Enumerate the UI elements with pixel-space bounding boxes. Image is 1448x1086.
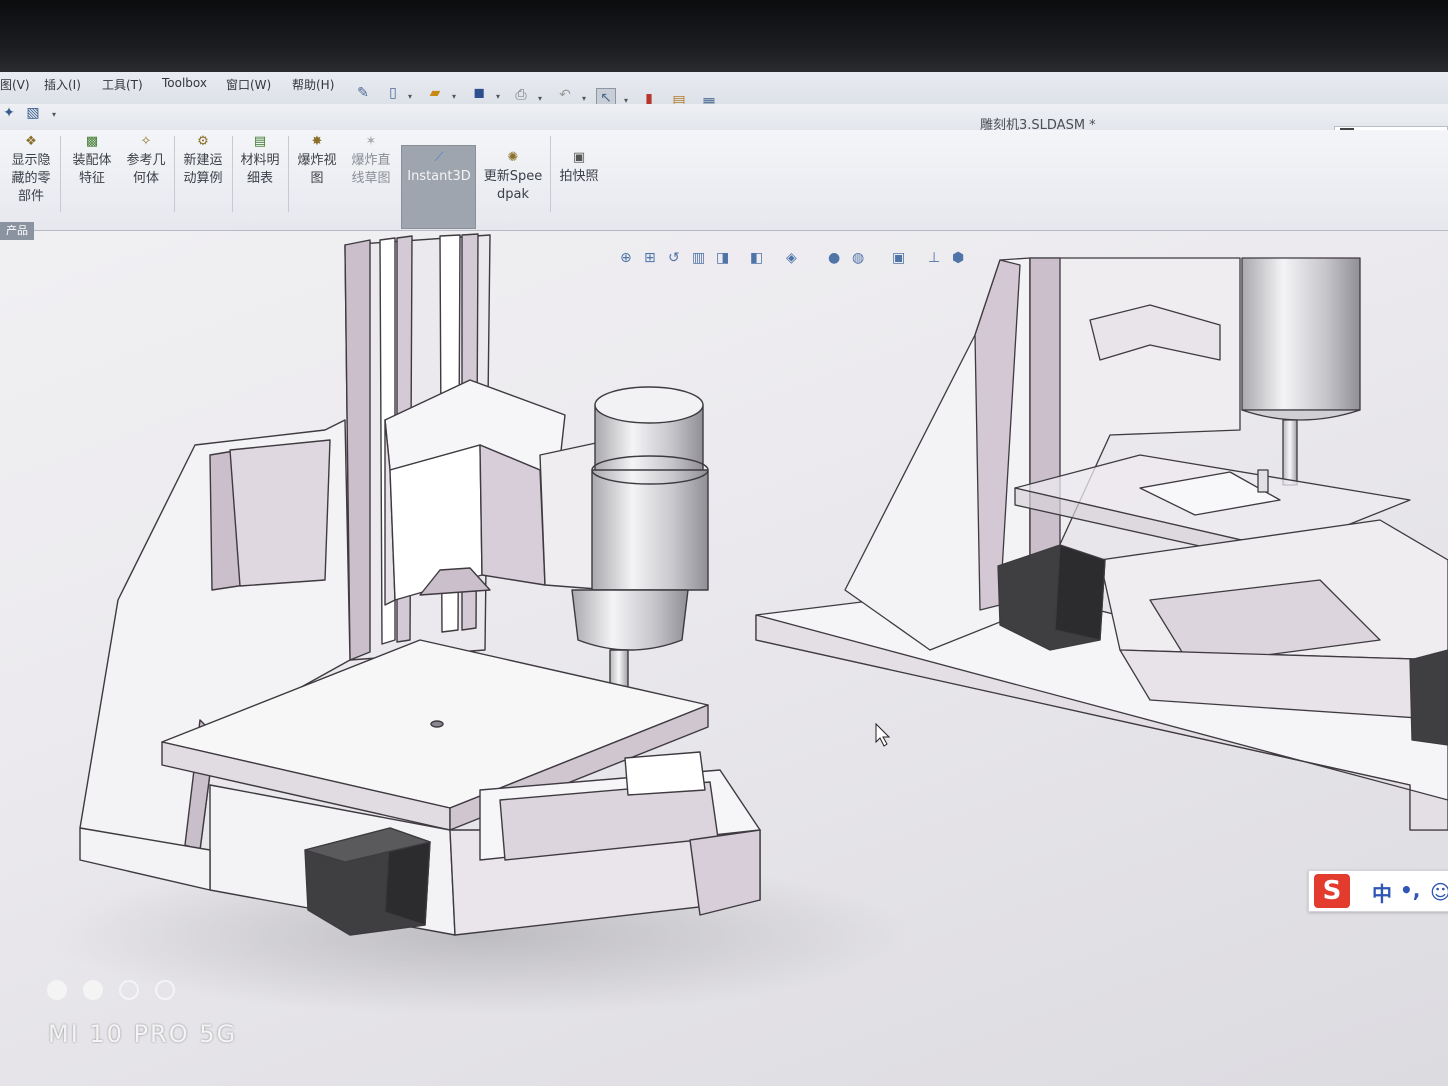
exploded-view-icon: ✸ [311, 134, 323, 149]
menu-bar [0, 72, 1448, 105]
ime-chinese-mode[interactable]: 中 [1372, 878, 1392, 907]
scene-icon[interactable]: ◍ [852, 250, 864, 266]
assembly-features-button[interactable]: ▩ 装配体特征 [66, 134, 118, 188]
toolbar-caret-icon[interactable]: ▾ [52, 110, 56, 119]
bill-of-materials-label: 材料明细表 [240, 153, 280, 186]
previous-view-icon[interactable]: ↺ [668, 250, 680, 266]
cnc-model-left[interactable] [79, 233, 761, 936]
menu-view[interactable]: 图(V) [0, 76, 30, 93]
new-caret-icon[interactable]: ▾ [408, 92, 412, 101]
appearance-icon[interactable]: ● [828, 250, 840, 266]
instant3d-button[interactable]: ⟋ Instant3D [402, 150, 476, 186]
sketch-tools-icon[interactable]: ▧ [24, 104, 42, 122]
watermark-dot-empty [155, 980, 175, 1000]
reference-geometry-label: 参考几何体 [126, 153, 166, 186]
explode-line-sketch-button[interactable]: ✶ 爆炸直线草图 [346, 134, 396, 188]
view-settings-icon[interactable]: ▣ [892, 250, 905, 266]
camera-watermark-text: MI 10 PRO 5G [48, 1020, 238, 1048]
watermark-dot-filled [47, 980, 67, 1000]
dynamic-annotation-icon[interactable]: ◨ [716, 250, 729, 266]
assembly-feature-icon: ▩ [85, 134, 99, 149]
zoom-to-fit-icon[interactable]: ⊕ [620, 250, 632, 266]
ribbon-separator [60, 136, 61, 212]
new-motion-study-button[interactable]: ⚙ 新建运动算例 [178, 134, 228, 188]
show-hidden-components-label: 显示隐藏的零部件 [11, 153, 51, 204]
new-document-icon[interactable]: ▯ [384, 84, 402, 102]
new-motion-study-label: 新建运动算例 [183, 153, 223, 186]
graphics-viewport[interactable] [0, 232, 1448, 1086]
speedpak-icon: ✺ [507, 150, 519, 165]
take-snapshot-button[interactable]: ▣ 拍快照 [554, 150, 604, 186]
section-view-icon[interactable]: ▥ [692, 250, 705, 266]
view-orientation-icon[interactable]: ◧ [750, 250, 763, 266]
show-hidden-icon: ❖ [25, 134, 37, 149]
exploded-view-label: 爆炸视图 [297, 153, 337, 186]
menu-window[interactable]: 窗口(W) [226, 76, 271, 93]
menu-insert[interactable]: 插入(I) [44, 76, 81, 93]
triad-icon[interactable]: ⊥ [928, 250, 940, 266]
update-speedpak-button[interactable]: ✺ 更新Speedpak [480, 150, 546, 204]
save-icon[interactable]: ◼ [470, 84, 488, 102]
assembly-features-label: 装配体特征 [72, 153, 112, 186]
menu-tools[interactable]: 工具(T) [102, 76, 143, 93]
reference-geometry-button[interactable]: ✧ 参考几何体 [122, 134, 170, 188]
undo-caret-icon[interactable]: ▾ [582, 94, 586, 103]
monitor-bezel [0, 0, 1448, 72]
explode-line-sketch-label: 爆炸直线草图 [351, 153, 391, 186]
solidworks-resources-icon[interactable]: ✦ [0, 104, 18, 122]
motion-study-icon: ⚙ [197, 134, 209, 149]
tab-assembly[interactable]: 产品 [0, 222, 34, 240]
bom-icon: ▤ [253, 134, 267, 149]
ime-emoji-icon[interactable]: ☺ [1430, 880, 1448, 904]
print-caret-icon[interactable]: ▾ [538, 94, 542, 103]
instant3d-label: Instant3D [407, 169, 471, 184]
mouse-cursor-icon [875, 722, 891, 747]
ribbon-separator [550, 136, 551, 212]
cnc-model-right[interactable] [755, 257, 1448, 831]
exploded-view-button[interactable]: ✸ 爆炸视图 [292, 134, 342, 188]
print-icon[interactable]: ⎙ [512, 86, 530, 104]
take-snapshot-label: 拍快照 [559, 169, 599, 184]
reference-geometry-icon: ✧ [140, 134, 152, 149]
menu-toolbox[interactable]: Toolbox [162, 76, 207, 90]
zoom-to-area-icon[interactable]: ⊞ [644, 250, 656, 266]
3d-view-icon[interactable]: ⬢ [952, 250, 964, 266]
sogou-logo-icon[interactable]: S [1314, 874, 1350, 908]
ribbon-separator [174, 136, 175, 212]
update-speedpak-label: 更新Speedpak [483, 169, 543, 202]
watermark-dot-filled [83, 980, 103, 1000]
undo-icon[interactable]: ↶ [556, 86, 574, 104]
ime-punctuation-toggle[interactable]: •, [1400, 878, 1420, 902]
watermark-dot-empty [119, 980, 139, 1000]
menu-help[interactable]: 帮助(H) [292, 76, 334, 93]
secondary-toolbar [0, 104, 1448, 130]
bill-of-materials-button[interactable]: ▤ 材料明细表 [236, 134, 284, 188]
pin-icon[interactable]: ✎ [354, 84, 372, 102]
display-style-icon[interactable]: ◈ [786, 250, 797, 266]
ribbon-separator [232, 136, 233, 212]
explode-line-sketch-icon: ✶ [365, 134, 377, 149]
open-icon[interactable]: ▰ [426, 84, 444, 102]
snapshot-icon: ▣ [572, 150, 586, 165]
save-caret-icon[interactable]: ▾ [496, 92, 500, 101]
instant3d-icon: ⟋ [434, 150, 444, 165]
ribbon-separator [288, 136, 289, 212]
open-caret-icon[interactable]: ▾ [452, 92, 456, 101]
show-hidden-components-button[interactable]: ❖ 显示隐藏的零部件 [8, 134, 54, 206]
monitor-screen: ⊕ ⊞ ↺ ▥ ◨ ◧ ◈ ● ◍ ▣ ⊥ ⬢ 图(V) 插入(I) 工具(T)… [0, 0, 1448, 1086]
